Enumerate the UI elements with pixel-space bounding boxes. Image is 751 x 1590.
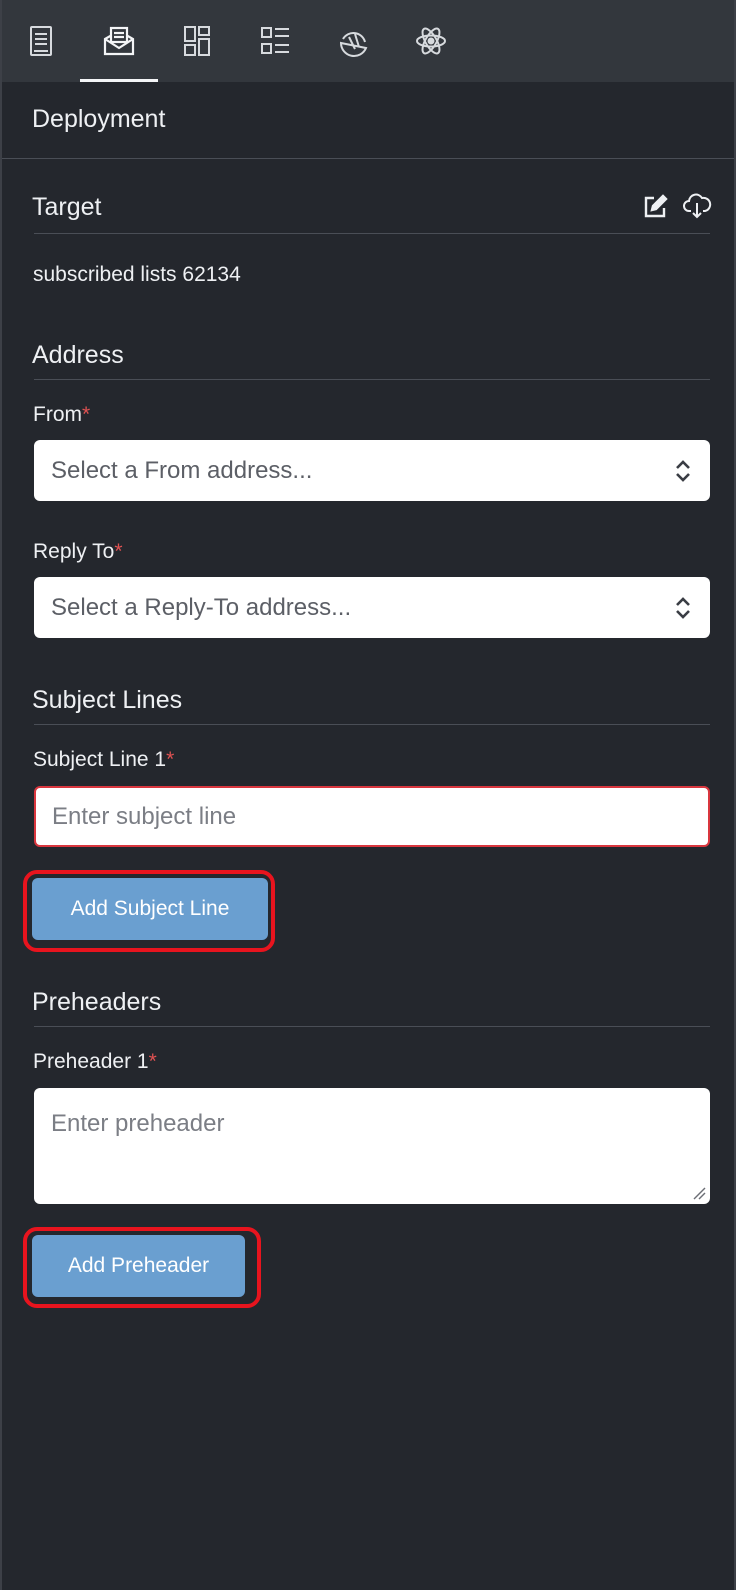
add-subject-line-button[interactable]: Add Subject Line	[32, 878, 268, 940]
header-divider	[2, 158, 734, 159]
from-select[interactable]: Select a From address...	[34, 440, 710, 501]
preheader-placeholder: Enter preheader	[51, 1110, 225, 1137]
subject-lines-heading: Subject Lines	[32, 686, 183, 714]
target-heading: Target	[32, 193, 102, 221]
cloud-download-icon[interactable]	[682, 190, 712, 220]
tab-layout[interactable]	[158, 0, 236, 82]
tab-integrations[interactable]	[392, 0, 470, 82]
page-title: Deployment	[32, 105, 166, 133]
add-preheader-button[interactable]: Add Preheader	[32, 1235, 245, 1297]
mail-icon	[103, 26, 135, 56]
address-divider	[34, 379, 710, 380]
toolbar	[2, 0, 734, 82]
preheaders-heading: Preheaders	[32, 988, 162, 1016]
tab-mail[interactable]	[80, 0, 158, 82]
chevron-updown-icon	[676, 597, 690, 619]
tab-analytics[interactable]	[314, 0, 392, 82]
document-icon	[30, 26, 52, 56]
pie-icon	[339, 32, 368, 57]
tab-list[interactable]	[236, 0, 314, 82]
reply-to-select[interactable]: Select a Reply-To address...	[34, 577, 710, 638]
subject-line-input[interactable]: Enter subject line	[34, 786, 710, 847]
atom-icon	[416, 27, 446, 55]
subject-divider	[34, 724, 710, 725]
target-value: subscribed lists 62134	[33, 263, 241, 286]
address-heading: Address	[32, 341, 124, 369]
tab-document[interactable]	[2, 0, 80, 82]
layout-grid-icon	[184, 26, 210, 56]
preheader-textarea[interactable]: Enter preheader	[34, 1088, 710, 1204]
list-icon	[261, 27, 289, 54]
deployment-panel: Deployment Target subscribed lists 62134…	[0, 0, 736, 1590]
preheaders-divider	[34, 1026, 710, 1027]
reply-to-label: Reply To*	[33, 540, 123, 563]
from-label: From*	[33, 403, 91, 426]
preheader-label: Preheader 1*	[33, 1050, 157, 1073]
edit-icon[interactable]	[640, 192, 670, 222]
resize-grip-icon[interactable]	[692, 1186, 706, 1200]
target-divider	[34, 233, 710, 234]
chevron-updown-icon	[676, 460, 690, 482]
subject-line-label: Subject Line 1*	[33, 748, 175, 771]
